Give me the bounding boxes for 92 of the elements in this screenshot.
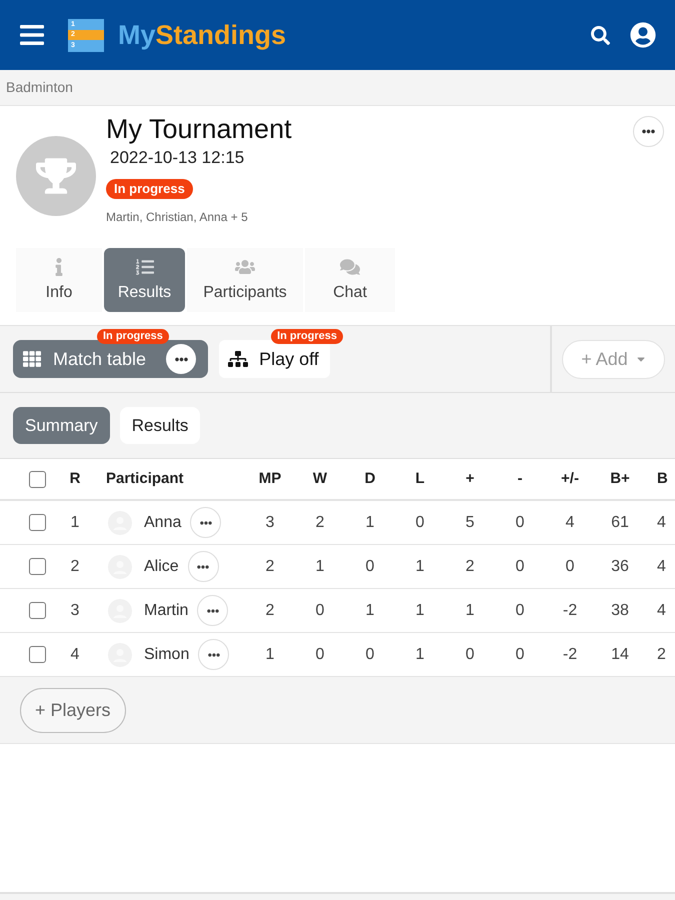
table-cell: 2 [266,558,274,574]
table-cell: 0 [516,646,524,662]
table-cell: 1 [266,646,274,662]
table-cell: 4 [657,558,666,574]
trophy-icon [36,158,76,194]
tab[interactable]: Results [104,248,185,312]
view-tab[interactable]: Summary [13,407,110,444]
more-button[interactable] [633,116,664,147]
table-cell: 2 [316,514,324,530]
column-header: R [70,470,80,487]
checkbox[interactable] [29,470,46,488]
table-cell: 0 [366,646,374,662]
table-cell: 1 [366,514,374,530]
table-cell: 2 [657,646,666,662]
grid-icon [22,350,42,368]
table-cell: 4 [566,514,574,530]
breadcrumb-text[interactable]: Badminton [6,77,73,98]
numbered-list-icon [134,258,154,276]
checkbox[interactable] [29,602,46,619]
table-cell: -2 [562,646,578,662]
chat-bubbles-icon [340,258,360,276]
stage-button[interactable]: Match table [13,340,208,378]
participant-name[interactable]: Alice [144,554,179,578]
menu-icon[interactable] [20,25,44,45]
logo-text: MyStandings [118,19,286,51]
table-cell: 61 [611,514,629,530]
table-cell: 0 [466,646,474,662]
column-header: MP [258,470,282,487]
table-cell: 0 [316,602,324,618]
column-header: B [657,470,668,487]
table-cell: 0 [316,646,324,662]
table-cell: 0 [516,602,524,618]
column-header: D [364,470,376,487]
view-tab[interactable]: Results [120,407,200,444]
participants-summary: Martin, Christian, Anna + 5 [106,210,248,224]
add-players-button[interactable]: + Players [20,688,126,732]
more-button[interactable] [197,595,228,626]
table-cell: 1 [70,514,80,530]
more-button[interactable] [190,507,222,538]
table-cell: 14 [611,646,629,662]
column-header: + [466,470,474,487]
table-cell: 3 [266,514,274,530]
table-cell: 4 [70,646,80,662]
column-header: Participant [106,470,184,487]
tournament-title: My Tournament [106,113,292,146]
column-header: +/- [561,470,579,487]
table-cell: 1 [416,558,424,574]
table-cell: 0 [516,514,524,530]
status-badge: In progress [97,329,169,344]
table-cell: 36 [611,558,629,574]
people-icon [235,258,255,276]
more-button[interactable] [198,639,230,670]
checkbox[interactable] [29,514,46,531]
tab[interactable]: Info [16,248,102,312]
more-button[interactable] [166,344,196,374]
search-icon[interactable] [591,26,610,44]
user-avatar-icon[interactable] [630,22,656,48]
table-cell: 0 [416,514,424,530]
table-cell: 0 [516,558,524,574]
table-cell: 0 [366,558,374,574]
table-cell: 2 [466,558,474,574]
stage-button[interactable]: Play off [219,340,330,378]
column-header: W [312,470,328,487]
table-cell: -2 [562,602,578,618]
table-cell: 5 [466,514,474,530]
checkbox[interactable] [29,558,46,575]
checkbox[interactable] [29,646,46,663]
status-badge: In progress [271,329,343,344]
more-button[interactable] [188,551,219,582]
status-badge: In progress [106,179,193,199]
table-cell: 2 [70,558,80,574]
participant-name[interactable]: Martin [144,598,188,622]
table-cell: 4 [657,514,666,530]
participant-name[interactable]: Anna [144,510,182,534]
tournament-datetime: 2022-10-13 12:15 [110,147,244,169]
table-cell: 1 [416,602,424,618]
hierarchy-icon [228,350,248,368]
table-cell: 38 [611,602,629,618]
table-cell: 1 [366,602,374,618]
table-cell: 3 [70,602,80,618]
table-cell: 1 [416,646,424,662]
column-header: - [518,470,522,487]
table-cell: 1 [466,602,474,618]
table-cell: 4 [657,602,666,618]
table-cell: 2 [266,602,274,618]
table-cell: 0 [566,558,574,574]
column-header: B+ [610,470,630,487]
table-cell: 1 [316,558,324,574]
tab[interactable]: Participants [187,248,303,312]
tab[interactable]: Chat [305,248,395,312]
participant-name[interactable]: Simon [144,642,190,666]
column-header: L [415,470,425,487]
